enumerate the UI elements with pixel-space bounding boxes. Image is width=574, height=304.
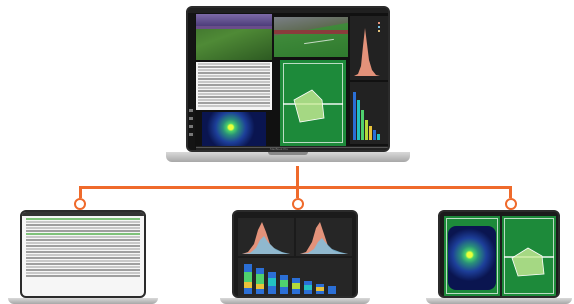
sub-laptop-charts-base bbox=[220, 298, 370, 304]
timeline-bar[interactable] bbox=[196, 146, 388, 150]
connector-node-center bbox=[292, 198, 304, 210]
stacked-bar-chart[interactable] bbox=[238, 258, 352, 296]
main-laptop-screen bbox=[186, 6, 390, 152]
laptop-brand: MacBook Pro bbox=[270, 147, 289, 151]
pitch-map-panel[interactable] bbox=[280, 60, 346, 146]
connector-drop-right bbox=[509, 186, 512, 198]
sub-laptop-charts-screen bbox=[232, 210, 358, 298]
histogram-left[interactable] bbox=[238, 218, 294, 256]
match-video-1[interactable] bbox=[196, 14, 272, 60]
histogram-panel[interactable] bbox=[350, 16, 388, 80]
histogram-right[interactable] bbox=[296, 218, 352, 256]
video-icon[interactable] bbox=[189, 109, 193, 112]
main-menu-bar bbox=[188, 8, 388, 13]
data-table[interactable] bbox=[24, 217, 142, 295]
sub-laptop-pitch bbox=[426, 210, 572, 304]
left-toolbar bbox=[188, 13, 195, 150]
sub-laptop-table-base bbox=[8, 298, 158, 304]
connector-vertical-main bbox=[296, 166, 299, 188]
main-laptop: MacBook Pro bbox=[166, 6, 410, 166]
sub-laptop-table-screen bbox=[20, 210, 146, 298]
sub-laptop-charts bbox=[220, 210, 370, 304]
chart-icon[interactable] bbox=[189, 125, 193, 128]
heatmap-panel[interactable] bbox=[202, 112, 266, 146]
table-icon[interactable] bbox=[189, 117, 193, 120]
heatmap-pitch[interactable] bbox=[444, 216, 500, 296]
connector-node-right bbox=[505, 198, 517, 210]
connector-horizontal bbox=[79, 186, 511, 189]
pitch-icon[interactable] bbox=[189, 133, 193, 136]
main-laptop-notch bbox=[268, 152, 308, 155]
connector-drop-left bbox=[79, 186, 82, 198]
sub-laptop-pitch-screen bbox=[438, 210, 560, 298]
stats-table[interactable] bbox=[196, 62, 272, 110]
passing-network-pitch[interactable] bbox=[502, 216, 556, 296]
sub-laptop-table bbox=[8, 210, 158, 304]
connector-drop-center bbox=[296, 186, 299, 198]
stacked-bar-panel[interactable] bbox=[350, 82, 388, 144]
connector-node-left bbox=[74, 198, 86, 210]
match-video-2[interactable] bbox=[274, 17, 348, 57]
sub-laptop-pitch-base bbox=[426, 298, 572, 304]
